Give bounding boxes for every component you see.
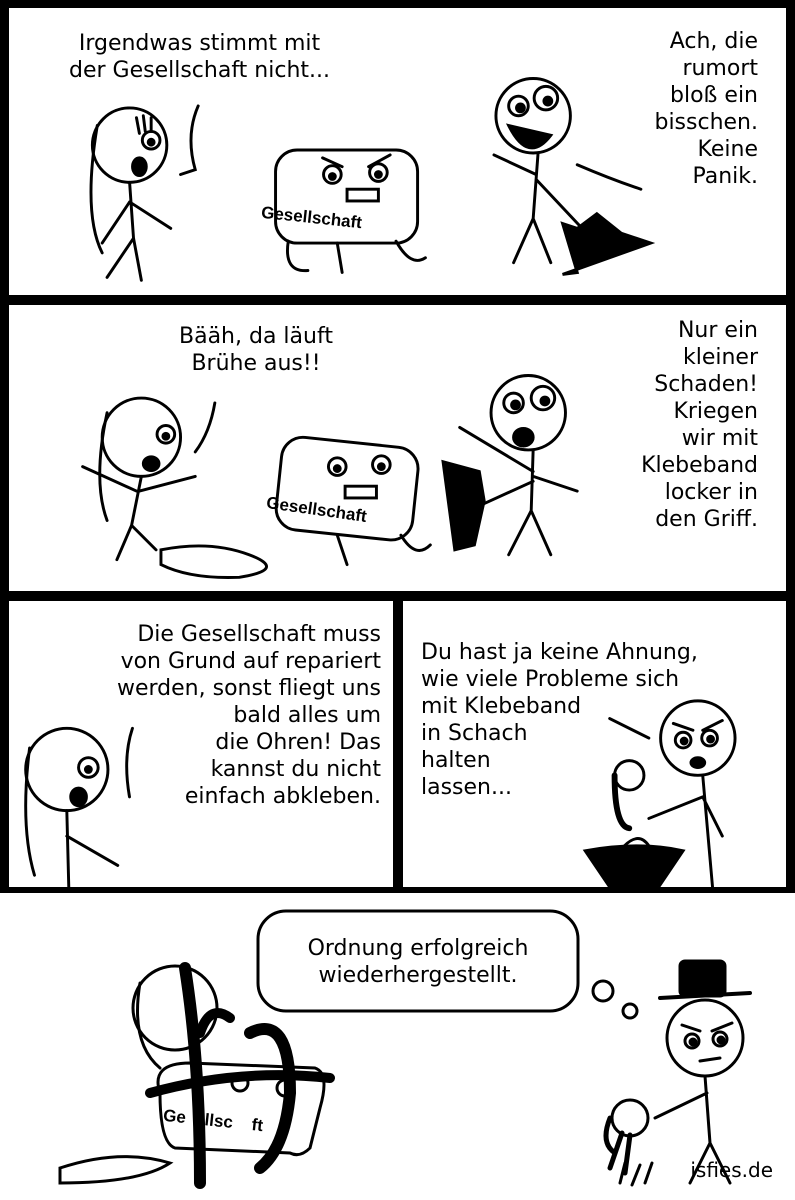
panel-5: Ordnung erfolgreich wiederhergestellt. G…: [0, 893, 795, 1200]
panel-1: Irgendwas stimmt mit der Gesellschaft ni…: [6, 5, 789, 298]
thought-text: Ordnung erfolgreich wiederhergestellt.: [307, 936, 529, 988]
man-figure: [492, 77, 656, 276]
taped-woman-and-box: [58, 962, 335, 1189]
credit-text: isfies.de: [690, 1158, 773, 1182]
speech-man: Nur ein kleiner Schaden! Kriegen wir mit…: [641, 318, 758, 532]
speech-man: Du hast ja keine Ahnung, wie viele Probl…: [421, 640, 698, 800]
man-with-hat: [603, 959, 752, 1187]
woman-figure: [89, 104, 200, 282]
woman-figure: [81, 396, 217, 562]
panel-3: Die Gesellschaft muss von Grund auf repa…: [6, 598, 396, 890]
speech-woman: Irgendwas stimmt mit der Gesellschaft ni…: [69, 31, 331, 83]
speech-woman: Die Gesellschaft muss von Grund auf repa…: [117, 622, 381, 809]
panel-4: Du hast ja keine Ahnung, wie viele Probl…: [400, 598, 789, 890]
man-figure: [441, 374, 579, 557]
speech-woman: Bääh, da läuft Brühe aus!!: [179, 324, 333, 376]
panel-2: Bääh, da läuft Brühe aus!! Nur ein klein…: [6, 302, 789, 594]
speech-man: Ach, die rumort bloß ein bisschen. Keine…: [654, 29, 758, 189]
